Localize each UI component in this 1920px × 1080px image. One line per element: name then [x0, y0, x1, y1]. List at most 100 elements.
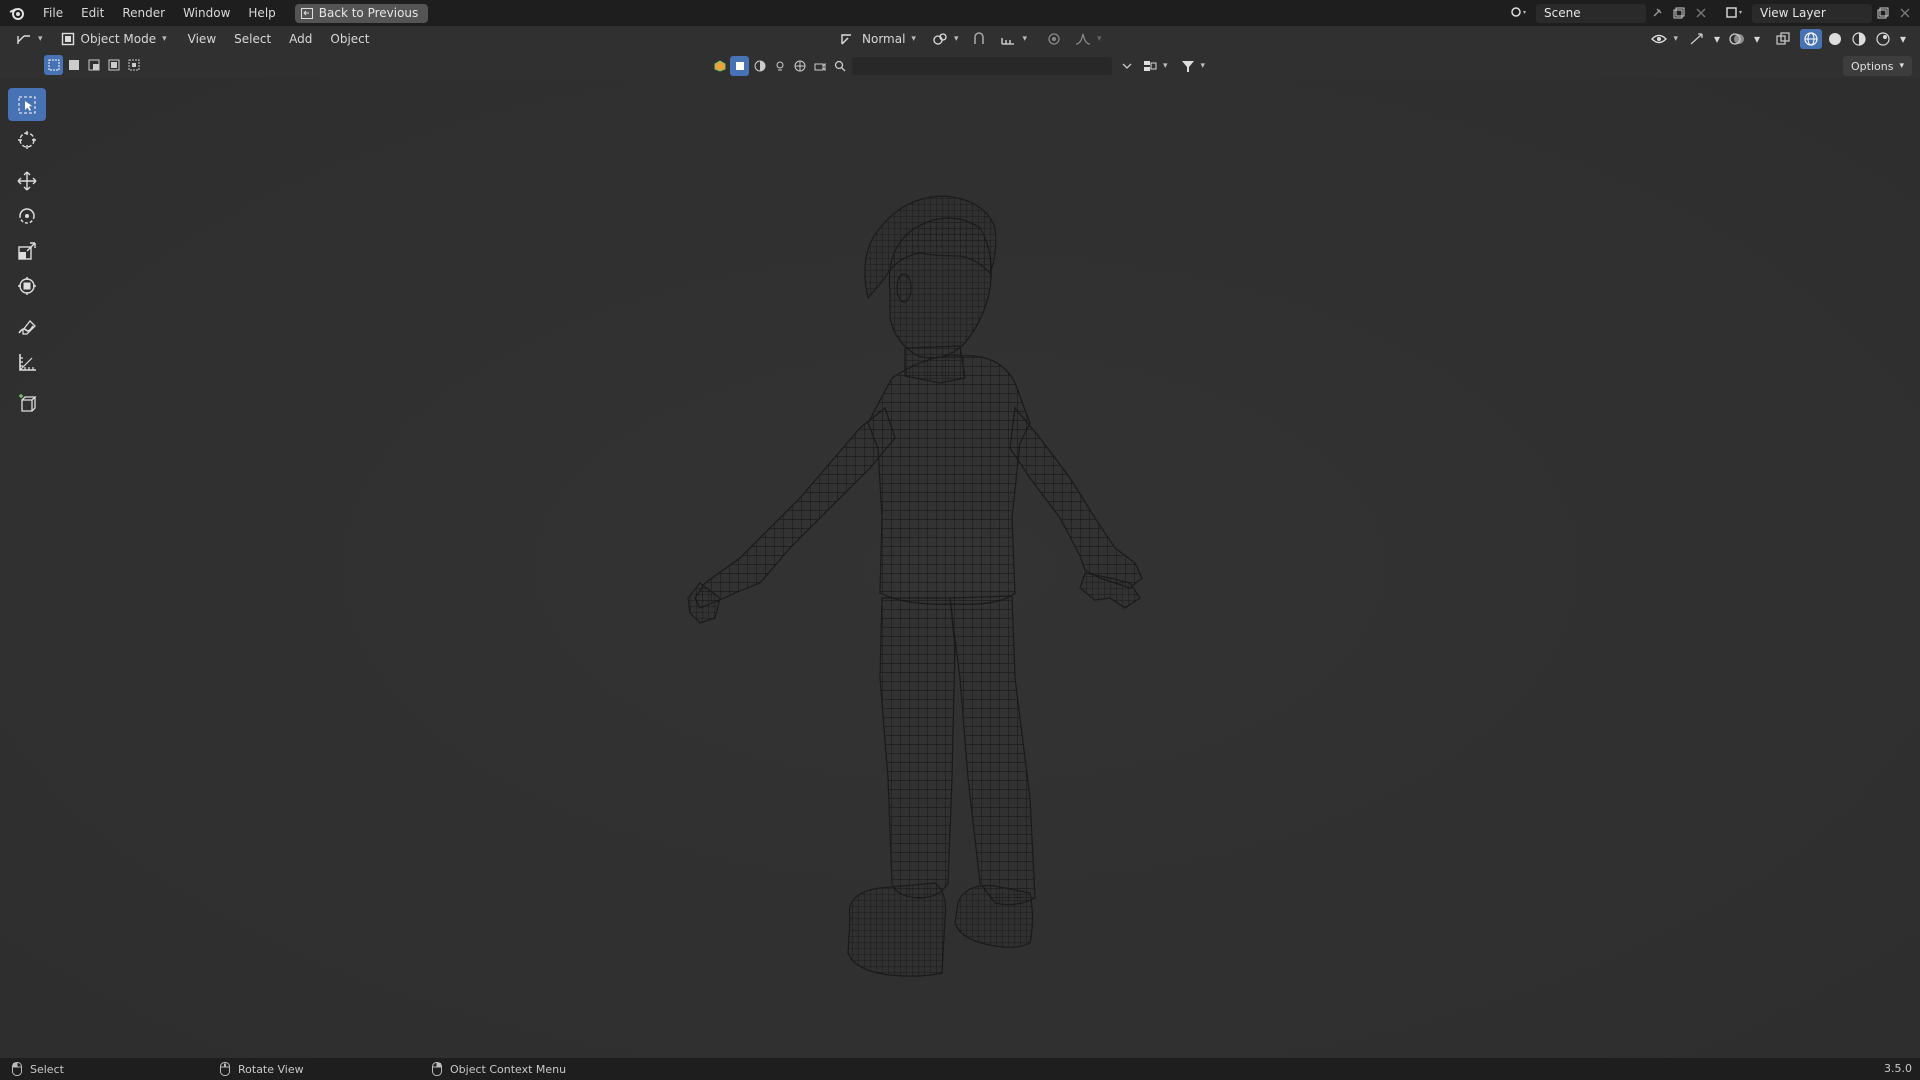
options-dropdown[interactable]: Options ▾	[1843, 56, 1912, 76]
mouse-left-icon	[12, 1062, 22, 1076]
version-label: 3.5.0	[1884, 1062, 1912, 1075]
select-box-icon	[18, 96, 36, 113]
select-invert-icon[interactable]	[104, 55, 123, 75]
tool-scale[interactable]	[8, 234, 46, 267]
transform-orientation-dropdown[interactable]: Normal ▾	[834, 29, 922, 49]
gizmo-toggle-icon[interactable]	[1686, 29, 1708, 49]
add-cube-icon	[19, 393, 37, 412]
blender-logo-icon[interactable]	[0, 0, 34, 26]
filter-world-icon[interactable]	[790, 56, 809, 76]
tool-cursor[interactable]	[8, 123, 46, 156]
menu-file[interactable]: File	[34, 0, 72, 26]
delete-view-layer-icon[interactable]	[1894, 3, 1916, 23]
pivot-point-dropdown[interactable]: ▾	[926, 29, 965, 49]
filter-camera-icon[interactable]	[810, 56, 829, 76]
viewport-header: ▾ Object Mode ▾ View Select Add Object N…	[0, 26, 1920, 52]
wireframe-character-model	[0, 78, 1920, 1058]
editor-type-dropdown[interactable]: ▾	[10, 29, 49, 49]
funnel-icon	[1181, 61, 1194, 72]
tool-annotate[interactable]	[8, 310, 46, 343]
select-intersect-icon[interactable]	[124, 55, 143, 75]
object-mode-dropdown[interactable]: Object Mode ▾	[55, 29, 173, 49]
filter-light-icon[interactable]	[770, 56, 789, 76]
tool-measure[interactable]	[8, 345, 46, 378]
tool-add-cube[interactable]	[8, 386, 46, 419]
status-rotate-view-label: Rotate View	[238, 1062, 304, 1076]
shading-solid-icon[interactable]	[1824, 29, 1846, 49]
snap-increment-icon	[1001, 38, 1015, 45]
pivot-icon	[933, 33, 947, 45]
scene-selector-icon[interactable]	[1508, 3, 1530, 23]
tool-rotate[interactable]	[8, 199, 46, 232]
orientation-icon	[841, 34, 851, 45]
xray-toggle-icon[interactable]	[1772, 29, 1794, 49]
view-layer-name-field[interactable]: View Layer	[1752, 3, 1872, 23]
status-select-label: Select	[30, 1062, 64, 1076]
scene-name-text: Scene	[1544, 6, 1581, 20]
shading-rendered-icon[interactable]	[1872, 29, 1894, 49]
mouse-right-icon	[432, 1062, 442, 1076]
shading-material-icon[interactable]	[1848, 29, 1870, 49]
shading-dropdown-icon[interactable]: ▾	[1896, 29, 1910, 49]
overlays-dropdown-icon[interactable]: ▾	[1750, 29, 1764, 49]
object-type-filters: ▾ ▾	[710, 56, 1211, 76]
header-menu-select[interactable]: Select	[225, 26, 280, 52]
status-bar: Select Rotate View Object Context Menu 3…	[0, 1058, 1920, 1080]
filter-chevron-icon[interactable]	[1117, 56, 1136, 76]
shading-wireframe-icon[interactable]	[1800, 29, 1822, 49]
tool-transform[interactable]	[8, 269, 46, 302]
back-to-previous-button[interactable]: Back to Previous	[294, 3, 429, 23]
3d-viewport[interactable]	[0, 78, 1920, 1058]
falloff-icon	[1075, 33, 1091, 45]
filter-mesh-icon[interactable]	[730, 56, 749, 76]
snap-target-dropdown[interactable]: ▾	[994, 29, 1033, 49]
view-layer-selector-icon[interactable]	[1724, 3, 1746, 23]
visibility-dropdown[interactable]: ▾	[1645, 29, 1684, 49]
header-menu-view[interactable]: View	[179, 26, 225, 52]
search-icon	[830, 56, 849, 76]
display-mode-dropdown[interactable]: ▾	[1137, 56, 1174, 76]
select-subtract-icon[interactable]	[84, 55, 103, 75]
cursor-icon	[18, 130, 36, 149]
transform-icon	[18, 276, 36, 295]
measure-icon	[19, 353, 36, 371]
filter-all-icon[interactable]	[710, 56, 729, 76]
delete-scene-icon[interactable]	[1690, 3, 1712, 23]
status-context-menu-label: Object Context Menu	[450, 1062, 567, 1076]
menu-window[interactable]: Window	[174, 0, 239, 26]
eye-icon	[1651, 34, 1668, 44]
filter-material-icon[interactable]	[750, 56, 769, 76]
filter-funnel-dropdown[interactable]: ▾	[1175, 56, 1212, 76]
selection-mode-group	[44, 55, 143, 75]
view-layer-name-text: View Layer	[1760, 6, 1826, 20]
status-select: Select	[12, 1062, 220, 1076]
header-menu-add[interactable]: Add	[280, 26, 321, 52]
overlays-toggle-icon[interactable]	[1726, 29, 1748, 49]
tool-select-box[interactable]	[8, 88, 46, 121]
header-menu-object[interactable]: Object	[321, 26, 378, 52]
back-to-previous-label: Back to Previous	[318, 6, 419, 20]
new-scene-icon[interactable]	[1668, 3, 1690, 23]
falloff-dropdown[interactable]: ▾	[1069, 29, 1108, 49]
snap-toggle-icon[interactable]	[968, 29, 990, 49]
rotate-icon	[19, 207, 35, 224]
menu-help[interactable]: Help	[239, 0, 284, 26]
menu-render[interactable]: Render	[113, 0, 174, 26]
top-menubar: File Edit Render Window Help Back to Pre…	[0, 0, 1920, 26]
select-new-icon[interactable]	[44, 55, 63, 75]
pin-scene-icon[interactable]	[1646, 3, 1668, 23]
viewport-subheader: ▾ ▾	[0, 52, 1920, 78]
tool-shelf	[8, 88, 48, 421]
gizmo-dropdown-icon[interactable]: ▾	[1710, 29, 1724, 49]
options-label: Options	[1851, 59, 1894, 73]
select-extend-icon[interactable]	[64, 55, 83, 75]
new-view-layer-icon[interactable]	[1872, 3, 1894, 23]
window-icon	[300, 7, 313, 19]
status-rotate-view: Rotate View	[220, 1062, 432, 1076]
tool-move[interactable]	[8, 164, 46, 197]
proportional-editing-icon[interactable]	[1043, 29, 1065, 49]
search-input[interactable]	[852, 57, 1112, 75]
scene-name-field[interactable]: Scene	[1536, 3, 1646, 23]
menu-edit[interactable]: Edit	[72, 0, 113, 26]
object-mode-icon	[61, 32, 74, 46]
